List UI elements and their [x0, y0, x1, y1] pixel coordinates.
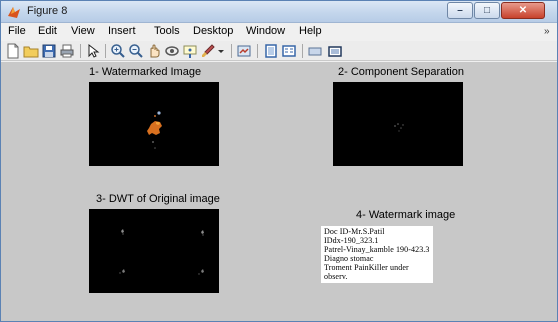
brush-icon[interactable]	[200, 43, 216, 59]
watermark-line: IDdx-190_323.1	[324, 236, 379, 245]
show-plot-tools-icon[interactable]	[327, 43, 343, 59]
toolbar-separator	[231, 44, 232, 58]
menu-window[interactable]: Window	[246, 25, 285, 37]
watermark-line: Doc ID-Mr.S.Patil	[324, 227, 385, 236]
brush-dropdown-icon[interactable]	[216, 43, 226, 59]
menu-help[interactable]: Help	[299, 25, 322, 37]
save-icon[interactable]	[41, 43, 57, 59]
watermark-line: Patrel-Vinay_kamble 190-423.3	[324, 245, 430, 254]
menu-view[interactable]: View	[71, 25, 95, 37]
menu-bar: File Edit View Insert Tools Desktop Wind…	[1, 23, 557, 41]
figure-canvas: 1- Watermarked Image 2- Component Separa…	[1, 62, 557, 321]
subplot-3-axes[interactable]	[89, 209, 219, 293]
toolbar-separator	[257, 44, 258, 58]
pan-icon[interactable]	[146, 43, 162, 59]
legend-icon[interactable]	[281, 43, 297, 59]
toolbar-separator	[80, 44, 81, 58]
subplot-1-title: 1- Watermarked Image	[89, 66, 202, 78]
menu-tools[interactable]: Tools	[154, 25, 180, 37]
subplot-1-axes[interactable]	[89, 82, 219, 166]
hide-plot-tools-icon[interactable]	[307, 43, 323, 59]
matlab-icon	[8, 7, 20, 18]
menu-edit[interactable]: Edit	[38, 25, 57, 37]
subplot-3-title: 3- DWT of Original image	[96, 193, 220, 205]
link-plot-icon[interactable]	[236, 43, 252, 59]
subplot-4-title: 4- Watermark image	[356, 209, 456, 221]
menu-overflow-icon[interactable]: »	[544, 26, 550, 37]
menu-file[interactable]: File	[8, 25, 26, 37]
menu-desktop[interactable]: Desktop	[193, 25, 233, 37]
zoom-out-icon[interactable]	[128, 43, 144, 59]
close-button[interactable]: ✕	[501, 2, 545, 19]
subplot-2-title: 2- Component Separation	[338, 66, 464, 78]
colorbar-icon[interactable]	[263, 43, 279, 59]
title-bar[interactable]: Figure 8 – □ ✕	[1, 1, 557, 23]
watermark-image[interactable]: Doc ID-Mr.S.Patil IDdx-190_323.1 Patrel-…	[321, 226, 433, 283]
watermark-line: Diagno stomac	[324, 254, 374, 263]
watermark-line: Troment PainKiller under	[324, 263, 409, 272]
toolbar	[1, 41, 557, 61]
watermark-line: observ.	[324, 272, 348, 281]
data-cursor-icon[interactable]	[182, 43, 198, 59]
rotate-3d-icon[interactable]	[164, 43, 180, 59]
zoom-in-icon[interactable]	[110, 43, 126, 59]
open-file-icon[interactable]	[23, 43, 39, 59]
subplot-2-axes[interactable]	[333, 82, 463, 166]
menu-insert[interactable]: Insert	[108, 25, 136, 37]
minimize-button[interactable]: –	[447, 2, 473, 19]
print-icon[interactable]	[59, 43, 75, 59]
new-figure-icon[interactable]	[5, 43, 21, 59]
pointer-icon[interactable]	[85, 43, 101, 59]
maximize-button[interactable]: □	[474, 2, 500, 19]
figure-window: Figure 8 – □ ✕ File Edit View Insert Too…	[0, 0, 558, 322]
window-title: Figure 8	[27, 5, 68, 17]
toolbar-separator	[302, 44, 303, 58]
toolbar-separator	[105, 44, 106, 58]
